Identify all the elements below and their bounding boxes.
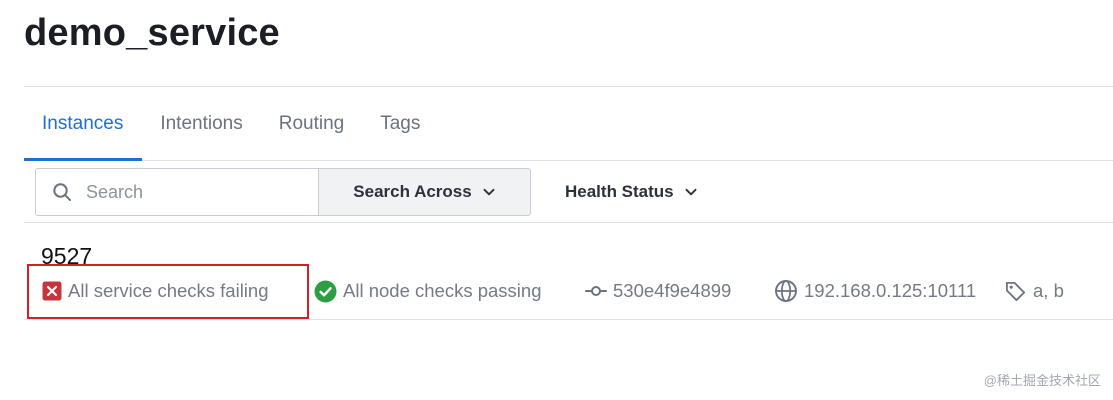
instance-tags: a, b [1004,277,1064,305]
search-across-label: Search Across [353,182,472,201]
health-status-label: Health Status [565,182,674,201]
chevron-down-icon [483,188,495,196]
tag-icon [1005,281,1026,301]
chevron-down-icon [685,188,697,196]
tab-intentions[interactable]: Intentions [142,87,260,160]
tab-intentions-label: Intentions [160,112,243,134]
instance-tags-text: a, b [1033,280,1064,301]
failing-x-icon [42,281,62,301]
tab-routing[interactable]: Routing [261,87,363,160]
node-checks-status: All node checks passing [314,277,541,305]
search-across-dropdown[interactable]: Search Across [318,168,531,216]
instance-details: All service checks failing All node chec… [24,264,1113,319]
search-icon [53,183,71,201]
health-status-dropdown[interactable]: Health Status [565,168,698,216]
search-input[interactable] [86,181,296,203]
tab-tags-label: Tags [380,112,421,134]
instance-address-text: 192.168.0.125:10111 [804,280,977,301]
node-name: 530e4f9e4899 [585,277,731,305]
tab-routing-label: Routing [278,112,345,134]
tab-instances[interactable]: Instances [24,87,143,161]
instance-list-item[interactable]: 9527 All service checks failing All node… [24,223,1113,320]
passing-check-icon [314,280,337,302]
tab-instances-label: Instances [42,112,124,134]
tab-bar: Instances Intentions Routing Tags [24,86,1113,161]
node-name-text[interactable]: 530e4f9e4899 [613,280,731,302]
instance-address: 192.168.0.125:10111 [774,277,976,305]
service-checks-text: All service checks failing [68,280,269,301]
filter-toolbar: Search Across Health Status [24,160,1113,223]
service-checks-status: All service checks failing [42,277,269,305]
globe-icon [775,280,797,302]
service-detail-page: demo_service Instances Intentions Routin… [0,0,1113,400]
git-commit-icon [585,286,607,296]
node-checks-text: All node checks passing [343,280,542,301]
page-title: demo_service [24,12,280,54]
watermark: @稀土掘金技术社区 [983,373,1101,388]
tab-tags[interactable]: Tags [362,87,438,160]
search-box[interactable] [35,168,319,216]
